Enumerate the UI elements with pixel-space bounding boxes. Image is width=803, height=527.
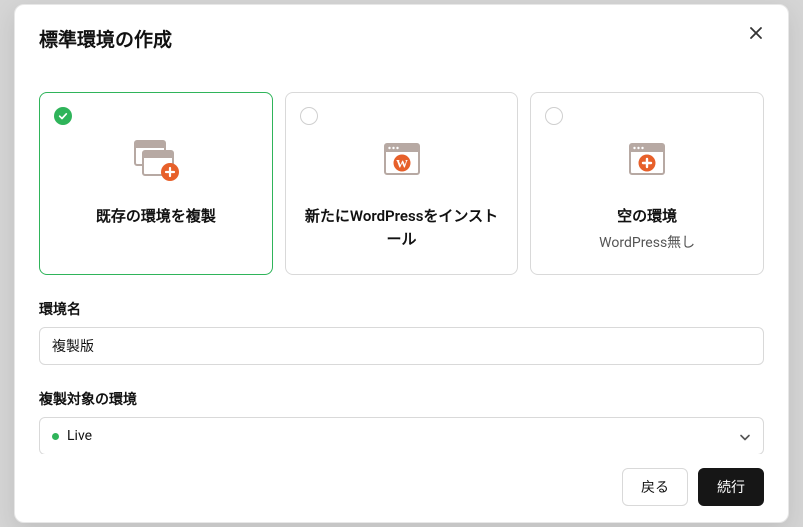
close-icon[interactable] [748,25,764,41]
create-environment-modal: 標準環境の作成 [14,4,789,523]
option-card-title: 空の環境 [617,205,677,228]
field-environment-name: 環境名 [39,299,764,365]
radio-selected-icon [54,107,72,125]
modal-header: 標準環境の作成 [15,5,788,60]
continue-button[interactable]: 続行 [698,468,764,506]
modal-footer: 戻る 続行 [15,454,788,522]
modal-title: 標準環境の作成 [39,25,172,52]
radio-unselected-icon [545,107,563,125]
wordpress-window-icon: W [381,135,423,187]
clone-target-select-wrap: Live [39,417,764,454]
option-card-title: 既存の環境を複製 [96,205,216,228]
option-cards: 既存の環境を複製 W 新たにWordPressをインストール [39,92,764,275]
option-card-empty-environment[interactable]: 空の環境 WordPress無し [530,92,764,275]
back-button[interactable]: 戻る [622,468,688,506]
option-card-clone-existing[interactable]: 既存の環境を複製 [39,92,273,275]
svg-text:W: W [396,157,408,171]
status-dot-icon [52,433,59,440]
option-card-title: 新たにWordPressをインストール [302,205,502,252]
clone-window-icon [130,135,182,187]
option-card-subtitle: WordPress無し [599,232,695,252]
modal-body: 既存の環境を複製 W 新たにWordPressをインストール [15,60,788,454]
radio-unselected-icon [300,107,318,125]
clone-target-selected-value: Live [67,428,92,444]
environment-name-input[interactable] [39,327,764,365]
clone-target-label: 複製対象の環境 [39,389,764,409]
option-card-install-wordpress[interactable]: W 新たにWordPressをインストール [285,92,519,275]
clone-target-select[interactable]: Live [39,417,764,454]
field-clone-target: 複製対象の環境 Live [39,389,764,454]
empty-window-icon [626,135,668,187]
environment-name-label: 環境名 [39,299,764,319]
